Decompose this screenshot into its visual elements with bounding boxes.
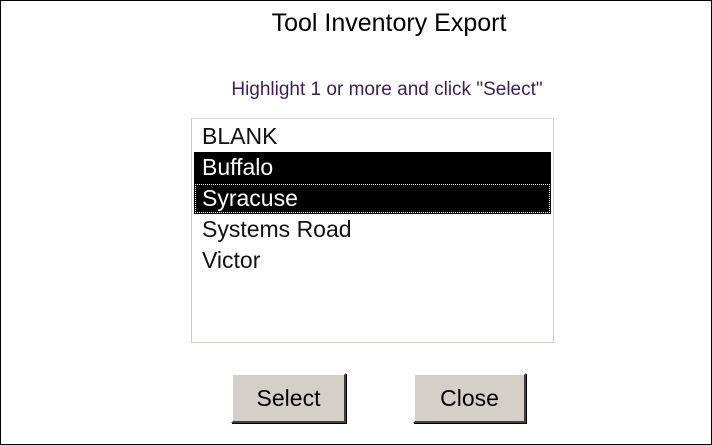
list-item-blank[interactable]: BLANK xyxy=(194,121,551,152)
list-item-victor[interactable]: Victor xyxy=(194,245,551,276)
location-listbox[interactable]: BLANK Buffalo Syracuse Systems Road Vict… xyxy=(191,118,554,343)
select-button[interactable]: Select xyxy=(231,373,346,423)
export-dialog: Tool Inventory Export Highlight 1 or mor… xyxy=(0,0,712,445)
list-item-systems-road[interactable]: Systems Road xyxy=(194,214,551,245)
list-item-buffalo[interactable]: Buffalo xyxy=(194,152,551,183)
list-item-syracuse[interactable]: Syracuse xyxy=(194,183,551,214)
close-button[interactable]: Close xyxy=(413,373,526,423)
instruction-text: Highlight 1 or more and click "Select" xyxy=(231,79,543,100)
dialog-title: Tool Inventory Export xyxy=(271,9,507,37)
